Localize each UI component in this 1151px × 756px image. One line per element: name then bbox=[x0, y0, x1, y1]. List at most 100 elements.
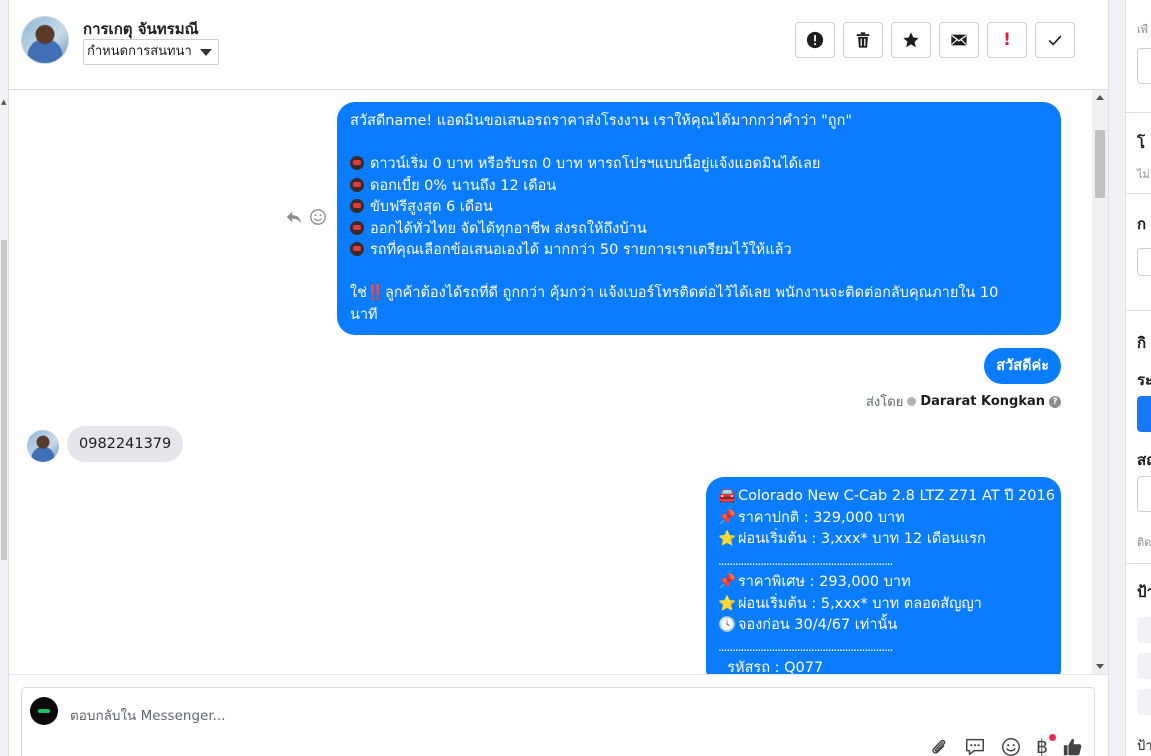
offer-installment-2: ⭐ ผ่อนเริ่มต้น : 5,xxx* บาท ตลอดสัญญา bbox=[718, 594, 1049, 616]
panel-hint: ติด bbox=[1137, 536, 1151, 549]
star-button[interactable] bbox=[891, 22, 931, 58]
thumbs-up-icon[interactable] bbox=[1062, 736, 1084, 756]
composer-tools: ฿ bbox=[928, 734, 1084, 756]
panel-label-chip[interactable] bbox=[1137, 653, 1151, 679]
panel-content: เพื โ ไม่ ก กิ ระ สถ ติด ป้า ป้า bbox=[1125, 0, 1151, 756]
panel-top-label: เพื bbox=[1137, 23, 1149, 36]
customer-avatar[interactable] bbox=[27, 430, 59, 462]
reply-composer: ตอบกลับใน Messenger... ฿ bbox=[9, 674, 1108, 756]
clock-icon: 🕓 bbox=[718, 617, 737, 633]
customer-phone-bubble[interactable]: 0982241379 bbox=[67, 426, 184, 462]
car-emoji-icon bbox=[350, 199, 364, 213]
trash-icon bbox=[856, 32, 870, 48]
conversation-assign-select[interactable]: กำหนดการสนทนา bbox=[83, 39, 219, 65]
alert-circle-icon bbox=[806, 31, 824, 49]
scroll-up-arrow[interactable]: ▲ bbox=[1, 98, 6, 106]
sent-by-info: ส่งโดย Dararat Kongkan ? bbox=[866, 391, 1061, 412]
promo-point: ออกได้ทั่วไทย จัดได้ทุกอาชีพ ส่งรถให้ถึง… bbox=[350, 219, 1048, 241]
payment-baht-icon[interactable]: ฿ bbox=[1036, 734, 1057, 756]
saved-replies-icon[interactable] bbox=[964, 736, 986, 756]
greeting-reply-bubble[interactable]: สวัสดีค่ะ bbox=[984, 348, 1061, 384]
promo-point: ดาวน์เริ่ม 0 บาท หรือรับรถ 0 บาท หารถโปร… bbox=[350, 154, 1048, 176]
pushpin-icon: 📌 bbox=[718, 574, 737, 590]
promo-message-bubble[interactable]: สวัสดีname! แอดมินขอเสนอรถราคาส่งโรงงาน … bbox=[337, 102, 1061, 335]
offer-special-price: 📌 ราคาพิเศษ : 293,000 บาท bbox=[718, 572, 1049, 594]
offer-divider-2: ........................................… bbox=[718, 639, 894, 654]
emoji-icon[interactable] bbox=[1000, 736, 1022, 756]
reply-icon[interactable] bbox=[285, 208, 303, 226]
car-emoji-icon bbox=[350, 220, 364, 235]
scrollbar-thumb[interactable] bbox=[1, 240, 7, 560]
emoji-reaction-icon[interactable] bbox=[309, 208, 327, 226]
panel-input[interactable] bbox=[1137, 48, 1151, 84]
panel-label-chip[interactable] bbox=[1137, 617, 1151, 643]
promo-point: ดอกเบี้ย 0% นานถึง 12 เดือน bbox=[350, 176, 1048, 198]
offer-title: 🚘 Colorado New C-Cab 2.8 LTZ Z71 AT ปี 20… bbox=[718, 486, 1055, 508]
double-exclamation-icon: ‼️ bbox=[366, 285, 385, 301]
conversation-select-label: กำหนดการสนทนา bbox=[87, 44, 192, 59]
check-icon bbox=[1048, 35, 1062, 46]
header-actions: ! bbox=[795, 22, 1075, 58]
car-emoji-icon bbox=[350, 177, 364, 192]
notification-dot bbox=[1049, 734, 1057, 741]
offer-divider: ........................................… bbox=[718, 553, 894, 568]
panel-footer-label: ป้า bbox=[1137, 739, 1151, 754]
panel-gutter bbox=[1109, 0, 1125, 756]
scroll-down-icon[interactable] bbox=[1096, 664, 1104, 669]
mark-unread-button[interactable] bbox=[939, 22, 979, 58]
reply-input[interactable]: ตอบกลับใน Messenger... bbox=[70, 704, 226, 726]
offer-booking: 🕓 จองก่อน 30/4/67 เท่านั้น bbox=[718, 615, 1049, 637]
car-emoji-icon bbox=[350, 156, 364, 170]
contact-name[interactable]: การเกตุ จันทรมณี bbox=[83, 17, 199, 41]
envelope-icon bbox=[951, 34, 967, 46]
panel-checkbox-field[interactable] bbox=[1137, 248, 1151, 276]
panel-label-chip[interactable] bbox=[1137, 689, 1151, 715]
spam-button[interactable] bbox=[795, 22, 835, 58]
offer-normal-price: 📌 ราคาปกติ : 329,000 บาท bbox=[718, 508, 1049, 530]
offer-code: รหัสรถ : Q077 bbox=[727, 660, 824, 674]
caret-down-icon bbox=[199, 49, 212, 56]
message-thread[interactable]: สวัสดีname! แอดมินขอเสนอรถราคาส่งโรงงาน … bbox=[9, 90, 1092, 674]
promo-point: รถที่คุณเลือกข้อเสนอเองได้ มากกว่า 50 รา… bbox=[350, 240, 1048, 262]
conversation-header: การเกตุ จันทรมณี กำหนดการสนทนา ! bbox=[9, 0, 1108, 90]
panel-field-label: สถ bbox=[1137, 451, 1151, 469]
thread-scrollbar[interactable] bbox=[1092, 90, 1108, 674]
star-emoji-icon: ⭐ bbox=[718, 531, 737, 547]
promo-closing-2: นาที bbox=[350, 306, 378, 323]
page-avatar bbox=[30, 697, 58, 725]
offer-installment-1: ⭐ ผ่อนเริ่มต้น : 3,xxx* บาท 12 เดือนแรก bbox=[718, 529, 1049, 551]
inbox-window: ▲ การเกตุ จันทรมณี กำหนดการสนทนา ! สวัสด… bbox=[0, 0, 1151, 756]
follow-up-button[interactable]: ! bbox=[987, 22, 1027, 58]
panel-field-label: ระ bbox=[1137, 371, 1151, 389]
left-scrollbar[interactable]: ▲ bbox=[0, 0, 9, 756]
paperclip-icon[interactable] bbox=[928, 736, 950, 756]
panel-section-heading: ก bbox=[1137, 215, 1147, 233]
contact-details-panel: เพื โ ไม่ ก กิ ระ สถ ติด ป้า ป้า bbox=[1108, 0, 1151, 756]
pushpin-icon: 📌 bbox=[718, 509, 737, 526]
sent-by-name: Dararat Kongkan bbox=[920, 394, 1045, 409]
promo-greeting: สวัสดีname! แอดมินขอเสนอรถราคาส่งโรงงาน … bbox=[350, 113, 853, 129]
panel-status-input[interactable] bbox=[1137, 476, 1151, 512]
promo-point: ขับฟรีสูงสุด 6 เดือน bbox=[350, 197, 1048, 219]
reply-box[interactable]: ตอบกลับใน Messenger... ฿ bbox=[21, 687, 1095, 756]
panel-section-heading: โ bbox=[1137, 134, 1146, 152]
help-icon[interactable]: ? bbox=[1049, 395, 1061, 408]
panel-section-sub: ไม่ bbox=[1137, 168, 1150, 181]
sent-by-label: ส่งโดย bbox=[865, 395, 904, 410]
car-icon: 🚘 bbox=[718, 488, 737, 504]
offer-message-bubble[interactable]: 🚘 Colorado New C-Cab 2.8 LTZ Z71 AT ปี 20… bbox=[706, 477, 1061, 674]
message-tools bbox=[285, 208, 327, 226]
star-icon bbox=[903, 32, 919, 48]
contact-avatar[interactable] bbox=[21, 16, 69, 64]
panel-primary-button[interactable] bbox=[1137, 396, 1151, 432]
thread-scrollbar-thumb[interactable] bbox=[1095, 130, 1105, 198]
promo-closing: ใช่‼️ลูกค้าต้องได้รถที่ดี ถูกกว่า คุ้มกว… bbox=[350, 285, 999, 301]
exclamation-icon: ! bbox=[1003, 30, 1011, 50]
scroll-up-icon[interactable] bbox=[1096, 95, 1104, 100]
panel-section-heading: กิ bbox=[1137, 334, 1147, 352]
mark-done-button[interactable] bbox=[1035, 22, 1075, 58]
sent-check-icon bbox=[907, 397, 917, 406]
delete-button[interactable] bbox=[843, 22, 883, 58]
car-emoji-icon bbox=[350, 242, 364, 256]
panel-section-heading: ป้า bbox=[1137, 583, 1151, 601]
